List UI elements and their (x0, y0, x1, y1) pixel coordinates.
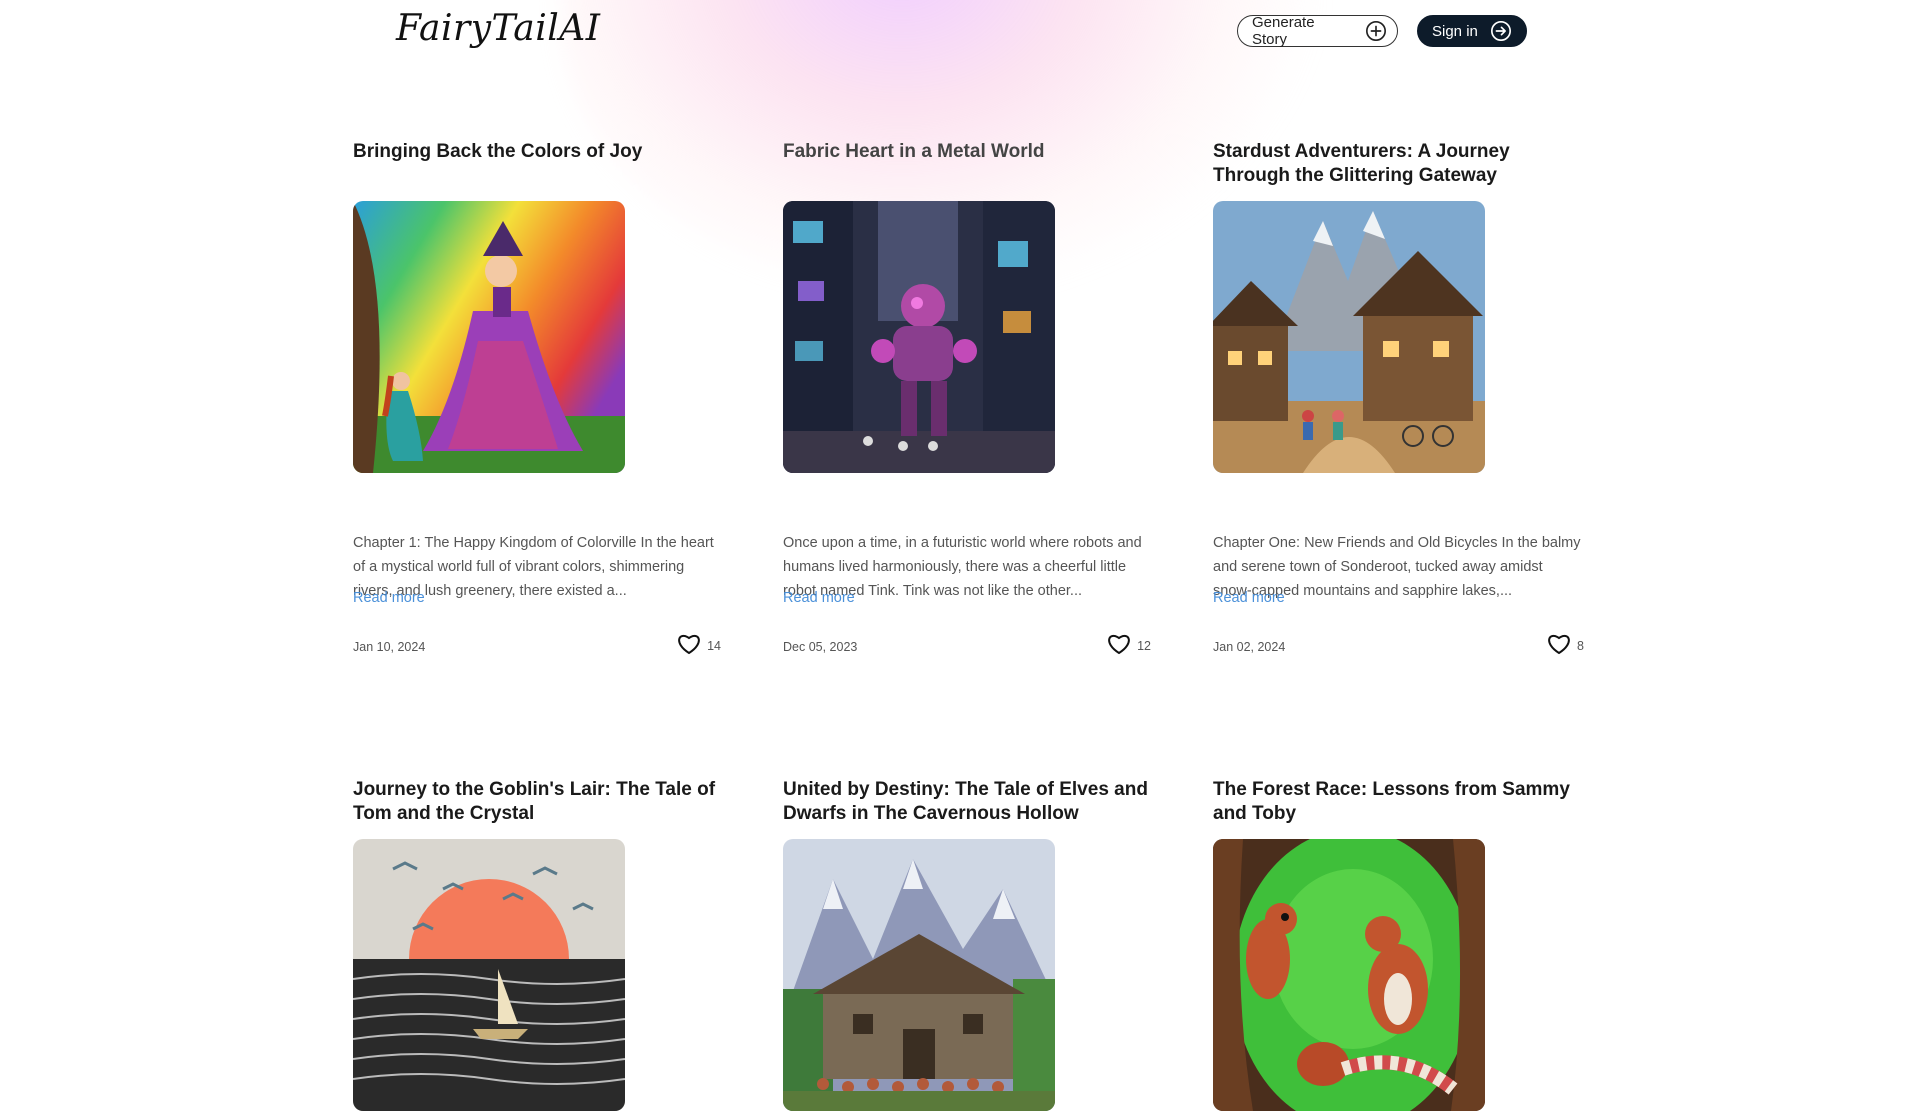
story-title[interactable]: The Forest Race: Lessons from Sammy and … (1213, 778, 1581, 826)
like-button[interactable]: 8 (1547, 633, 1584, 658)
story-image[interactable] (1213, 201, 1485, 473)
story-title[interactable]: Bringing Back the Colors of Joy (353, 140, 721, 188)
read-more-link[interactable]: Read more (783, 590, 855, 606)
story-image[interactable] (783, 201, 1055, 473)
story-card[interactable]: Fabric Heart in a Metal World Once upon … (783, 140, 1151, 655)
story-card[interactable]: Bringing Back the Colors of Joy Chapter … (353, 140, 721, 655)
like-count: 12 (1137, 638, 1151, 653)
story-card[interactable]: The Forest Race: Lessons from Sammy and … (1213, 778, 1581, 1111)
story-image[interactable] (353, 839, 625, 1111)
story-card[interactable]: Journey to the Goblin's Lair: The Tale o… (353, 778, 721, 1111)
story-image[interactable] (353, 201, 625, 473)
like-count: 8 (1577, 638, 1584, 653)
top-bar: FairyTailAI Generate Story Sign in (0, 0, 1920, 70)
story-title[interactable]: Journey to the Goblin's Lair: The Tale o… (353, 778, 721, 826)
heart-icon (1547, 633, 1571, 658)
story-image[interactable] (1213, 839, 1485, 1111)
logo[interactable]: FairyTailAI (396, 8, 600, 49)
sign-in-button[interactable]: Sign in (1417, 15, 1527, 47)
story-title[interactable]: Stardust Adventurers: A Journey Through … (1213, 140, 1581, 188)
read-more-link[interactable]: Read more (1213, 590, 1285, 606)
story-date: Jan 10, 2024 (353, 640, 426, 654)
story-title[interactable]: United by Destiny: The Tale of Elves and… (783, 778, 1151, 826)
read-more-link[interactable]: Read more (353, 590, 425, 606)
generate-story-button[interactable]: Generate Story (1237, 14, 1398, 48)
generate-story-label: Generate Story (1252, 14, 1315, 48)
story-title[interactable]: Fabric Heart in a Metal World (783, 140, 1151, 188)
story-date: Dec 05, 2023 (783, 640, 858, 654)
sign-in-label: Sign in (1432, 22, 1478, 40)
plus-circle-icon (1365, 20, 1387, 42)
arrow-right-circle-icon (1490, 20, 1512, 42)
story-card[interactable]: Stardust Adventurers: A Journey Through … (1213, 140, 1584, 655)
like-count: 14 (707, 638, 721, 653)
story-date: Jan 02, 2024 (1213, 640, 1286, 654)
like-button[interactable]: 12 (1107, 633, 1151, 658)
heart-icon (1107, 633, 1131, 658)
story-image[interactable] (783, 839, 1055, 1111)
heart-icon (677, 633, 701, 658)
like-button[interactable]: 14 (677, 633, 721, 658)
story-card[interactable]: United by Destiny: The Tale of Elves and… (783, 778, 1151, 1111)
